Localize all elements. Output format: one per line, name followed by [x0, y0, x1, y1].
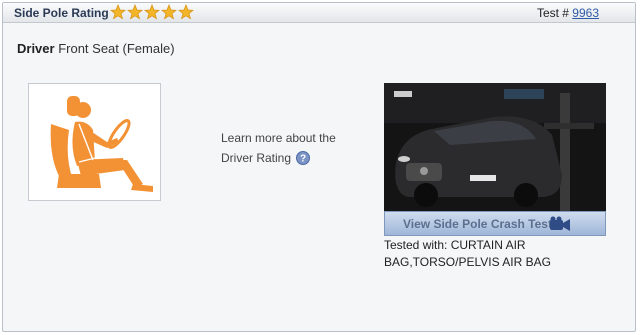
learn-more-line2: Driver Rating	[221, 151, 292, 165]
star-icon	[161, 4, 177, 20]
star-icon	[144, 4, 160, 20]
svg-text:?: ?	[300, 154, 306, 165]
seated-occupant-icon	[50, 96, 153, 192]
tested-with: Tested with: CURTAIN AIR BAG,TORSO/PELVI…	[384, 238, 551, 269]
star-rating	[110, 4, 194, 20]
seat-occupant-image	[28, 83, 161, 201]
test-number-link[interactable]: 9963	[572, 6, 599, 20]
test-number: Test # 9963	[537, 6, 599, 20]
crash-test-photo-graphic	[384, 83, 606, 211]
learn-more-line1: Learn more about the	[221, 131, 336, 145]
learn-more: Learn more about the Driver Rating ?	[221, 128, 361, 168]
star-icon	[110, 4, 126, 20]
star-icon	[178, 4, 194, 20]
side-pole-rating-panel: Side Pole Rating Test # 9963 Driver Fron…	[2, 2, 636, 332]
help-icon[interactable]: ?	[296, 151, 311, 165]
star-icon	[127, 4, 143, 20]
view-crash-test-button[interactable]: View Side Pole Crash Test	[384, 211, 606, 236]
video-camera-icon	[550, 216, 570, 231]
panel-header: Side Pole Rating Test # 9963	[3, 3, 635, 23]
test-number-label: Test #	[536, 6, 569, 20]
seat-position-detail: Front Seat (Female)	[58, 41, 175, 56]
view-crash-test-label: View Side Pole Crash Test	[403, 217, 552, 231]
seat-position: Driver Front Seat (Female)	[17, 41, 175, 56]
seat-position-strong: Driver	[17, 41, 55, 56]
crash-test-photo	[384, 83, 606, 211]
panel-title: Side Pole Rating	[14, 6, 109, 20]
